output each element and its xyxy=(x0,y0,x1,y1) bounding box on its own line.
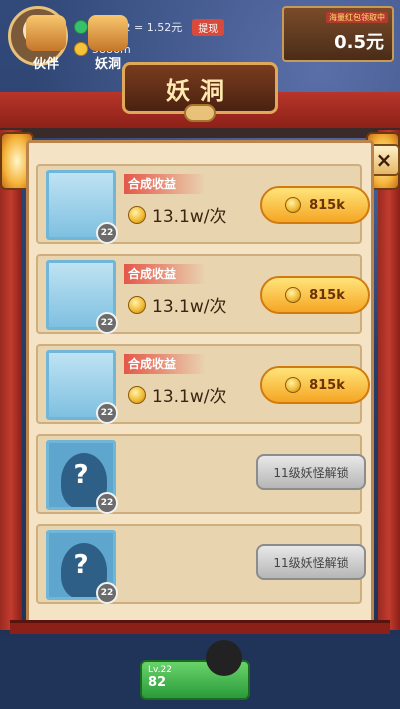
promo-tag: 海量红包领取中 xyxy=(326,12,388,23)
yield-label: 合成收益 xyxy=(124,264,207,284)
panel-base-beam xyxy=(10,620,390,634)
tab-cave[interactable]: 妖洞 xyxy=(78,8,138,72)
unlock-button[interactable]: 11级妖怪解锁 xyxy=(256,544,366,580)
coin-icon xyxy=(128,205,146,224)
yield-label: 合成收益 xyxy=(124,354,207,374)
coin-icon xyxy=(285,377,302,393)
coin-icon xyxy=(128,295,146,314)
yield-row: 13.1w/次 xyxy=(128,382,226,407)
monster-slot-5: ? 22 11级妖怪解锁 xyxy=(36,524,366,604)
buy-price: 815k xyxy=(309,377,345,393)
yield-value: 13.1w/次 xyxy=(152,387,227,407)
promo-amount: 0.5元 xyxy=(334,32,384,53)
yield-row: 13.1w/次 xyxy=(128,202,226,227)
coin-icon xyxy=(285,197,302,213)
tab-cave-label: 妖洞 xyxy=(94,57,121,72)
yield-value: 13.1w/次 xyxy=(152,297,227,317)
buy-button[interactable]: 815k xyxy=(260,276,370,314)
monster-slot-4: ? 22 11级妖怪解锁 xyxy=(36,434,366,514)
yield-label: 合成收益 xyxy=(124,174,207,194)
red-packet-promo[interactable]: 海量红包领取中 0.5元 xyxy=(282,6,394,62)
gate-post-right xyxy=(378,130,400,630)
level-badge: 22 xyxy=(96,492,118,514)
partner-icon xyxy=(26,15,66,51)
buy-button[interactable]: 815k xyxy=(260,186,370,224)
level-badge: 22 xyxy=(96,312,118,334)
gate-post-left xyxy=(0,130,22,630)
monster-slot-2: 22 合成收益 13.1w/次 815k xyxy=(36,254,370,334)
bird-mascot-icon xyxy=(206,640,242,676)
level-count: 82 xyxy=(148,675,167,690)
coin-icon xyxy=(128,385,146,404)
coin-icon xyxy=(285,287,302,303)
buy-price: 815k xyxy=(309,197,345,213)
withdraw-button[interactable]: 提现 xyxy=(192,18,225,36)
yield-row: 13.1w/次 xyxy=(128,292,226,317)
cave-icon xyxy=(88,15,128,51)
monster-slot-3: 22 合成收益 13.1w/次 815k xyxy=(36,344,370,424)
buy-button[interactable]: 815k xyxy=(260,366,370,404)
unlock-button[interactable]: 11级妖怪解锁 xyxy=(256,454,366,490)
gate-beam-lower xyxy=(0,128,400,138)
level-badge: 22 xyxy=(96,222,118,244)
monster-slot-1: 22 合成收益 13.1w/次 815k xyxy=(36,164,370,244)
buy-price: 815k xyxy=(309,287,345,303)
cloud-ornament-icon xyxy=(184,104,216,122)
yield-value: 13.1w/次 xyxy=(152,207,227,227)
page-title: 妖洞 xyxy=(166,76,234,105)
level-badge: 22 xyxy=(96,402,118,424)
tab-partner-label: 伙伴 xyxy=(32,57,59,72)
level-badge: 22 xyxy=(96,582,118,604)
tab-partner[interactable]: 伙伴 xyxy=(16,8,76,72)
